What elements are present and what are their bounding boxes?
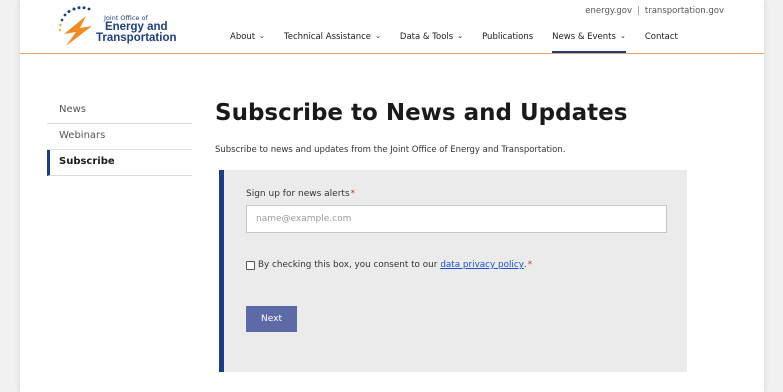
transportation-gov-link[interactable]: transportation.gov	[645, 6, 724, 16]
chevron-down-icon: ⌄	[375, 32, 381, 40]
privacy-policy-link[interactable]: data privacy policy	[440, 260, 524, 270]
nav-publications[interactable]: Publications	[482, 30, 533, 44]
site-logo[interactable]: Joint Office of Energy and Transportatio…	[56, 4, 186, 48]
nav-label: News & Events	[552, 32, 616, 42]
chevron-down-icon: ⌄	[619, 32, 626, 40]
nav-label: Technical Assistance	[284, 32, 372, 42]
next-button[interactable]: Next	[246, 306, 297, 332]
logo-line-2: Transportation	[96, 32, 177, 44]
sidebar-item-webinars[interactable]: Webinars	[47, 124, 192, 150]
consent-suffix: .	[523, 260, 527, 270]
logo-wordmark: Energy and Transportation	[96, 21, 177, 44]
nav-label: Data & Tools	[399, 32, 454, 42]
nav-label: Publications	[482, 32, 534, 42]
chevron-down-icon: ⌄	[457, 32, 464, 40]
external-links: energy.gov | transportation.gov	[585, 6, 724, 16]
section-sidebar: News Webinars Subscribe	[47, 98, 192, 176]
page: Joint Office of Energy and Transportatio…	[20, 0, 764, 392]
nav-contact[interactable]: Contact	[645, 30, 678, 44]
consent-row: By checking this box, you consent to our…	[246, 260, 532, 270]
energy-gov-link[interactable]: energy.gov	[585, 6, 632, 16]
nav-technical-assistance[interactable]: Technical Assistance ⌄	[284, 30, 381, 44]
chevron-down-icon: ⌄	[259, 32, 266, 40]
nav-news-events[interactable]: News & Events ⌄	[552, 30, 626, 53]
link-separator: |	[637, 6, 640, 16]
subscribe-form: Sign up for news alerts* By checking thi…	[219, 170, 687, 372]
site-header: Joint Office of Energy and Transportatio…	[20, 0, 764, 54]
sidebar-item-subscribe[interactable]: Subscribe	[47, 150, 192, 176]
consent-checkbox[interactable]	[246, 260, 255, 270]
main-nav: About ⌄ Technical Assistance ⌄ Data & To…	[230, 30, 697, 53]
consent-text: By checking this box, you consent to our	[258, 260, 438, 270]
page-title: Subscribe to News and Updates	[215, 100, 628, 126]
nav-data-tools[interactable]: Data & Tools ⌄	[400, 30, 463, 44]
email-field[interactable]	[246, 205, 667, 233]
required-mark: *	[527, 260, 533, 270]
email-label-text: Sign up for news alerts	[246, 189, 350, 199]
sidebar-item-news[interactable]: News	[47, 98, 192, 124]
email-label: Sign up for news alerts*	[246, 189, 355, 199]
required-mark: *	[350, 189, 356, 199]
nav-label: About	[230, 32, 256, 42]
nav-about[interactable]: About ⌄	[230, 30, 265, 44]
page-subtitle: Subscribe to news and updates from the J…	[215, 145, 566, 155]
nav-label: Contact	[644, 32, 678, 42]
